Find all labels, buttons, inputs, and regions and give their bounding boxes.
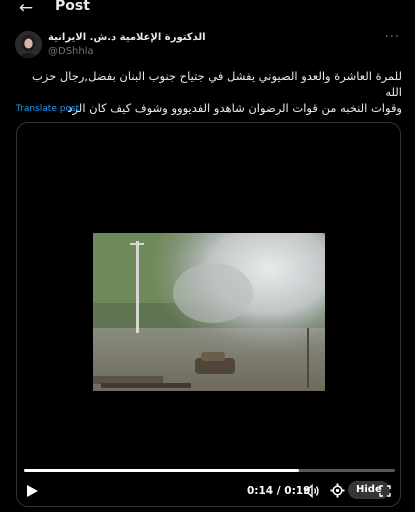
translate-post-link[interactable]: Translate post [16, 104, 79, 114]
video-player[interactable]: 0:14 / 0:19 Hide [16, 122, 401, 507]
arrow-left-icon: ← [18, 0, 34, 18]
author-handle[interactable]: @DShhla [48, 46, 94, 57]
avatar-image [15, 31, 42, 58]
post-text-line: للمرة العاشرة والعدو الصيوني يفشل في جتي… [31, 69, 402, 99]
volume-icon[interactable] [304, 484, 320, 498]
author-name[interactable]: الدكتورة الإعلامية د.ش. الايرانية [48, 32, 206, 43]
video-frame[interactable] [93, 233, 325, 391]
page-title: Post [55, 0, 90, 14]
video-time-separator: / [276, 485, 281, 497]
play-icon[interactable] [25, 484, 39, 498]
video-controls: 0:14 / 0:19 Hide [17, 479, 400, 503]
more-options-icon[interactable]: ··· [385, 30, 400, 45]
video-time: 0:14 / 0:19 [247, 485, 310, 497]
fullscreen-icon[interactable] [379, 485, 391, 497]
video-progress-bar[interactable] [24, 469, 395, 472]
top-bar: ← Post [0, 0, 415, 20]
avatar[interactable] [15, 31, 42, 58]
back-button[interactable]: ← [14, 0, 38, 18]
video-current-time: 0:14 [247, 485, 274, 497]
video-thumbnail [93, 233, 325, 391]
settings-gear-icon[interactable] [330, 483, 345, 498]
video-progress-fill [24, 469, 299, 472]
